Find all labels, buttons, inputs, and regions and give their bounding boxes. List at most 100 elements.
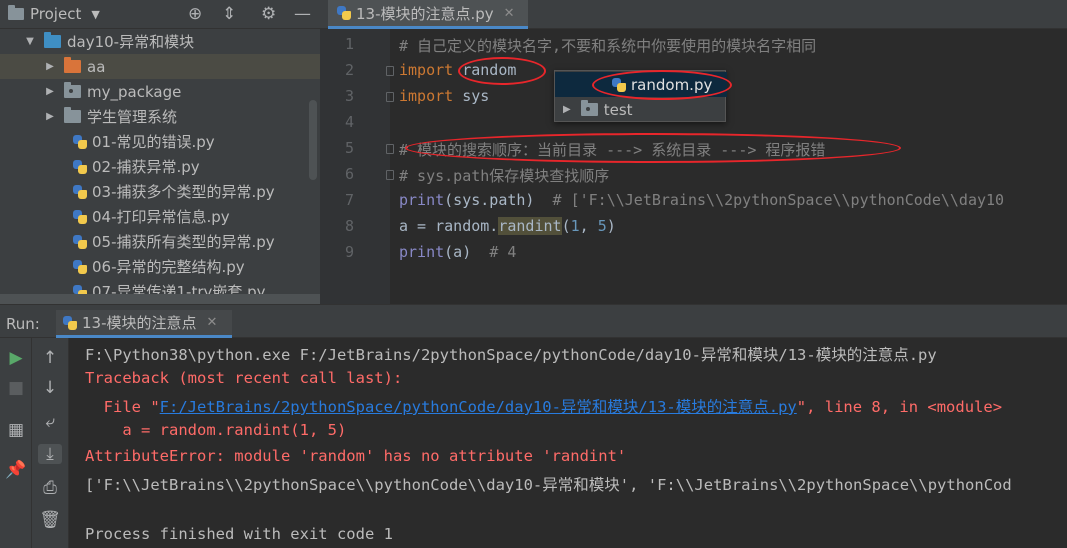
project-view-selector[interactable]: Project ▼ (8, 5, 100, 23)
console-command-line: F:\Python38\python.exe F:/JetBrains/2pyt… (85, 346, 937, 364)
tree-file[interactable]: 01-常见的错误.py (0, 129, 320, 154)
fold-marker-icon[interactable] (386, 66, 394, 76)
project-folder-icon (8, 5, 24, 20)
line-number: 7 (344, 191, 354, 209)
console-error: AttributeError: module 'random' has no a… (85, 447, 627, 465)
arrow-up-icon[interactable]: ↑ (38, 348, 62, 368)
highlighted-call: randint (498, 217, 562, 235)
tree-file[interactable]: 05-捕获所有类型的异常.py (0, 229, 320, 254)
popup-item-label: random.py (631, 75, 713, 94)
run-tab-label: 13-模块的注意点 (82, 314, 197, 332)
collapsed-arrow-icon[interactable]: ▶ (44, 86, 56, 97)
folder-icon (64, 57, 81, 73)
close-icon[interactable]: ✕ (504, 6, 515, 21)
python-file-icon (72, 159, 88, 175)
module-name-random: random (453, 61, 517, 79)
tree-item-label: 04-打印异常信息.py (92, 208, 230, 226)
arrow-down-icon[interactable]: ↓ (38, 378, 62, 398)
editor-tab-current-file[interactable]: 13-模块的注意点.py ✕ (328, 0, 528, 29)
navigation-popup: random.py ▶ test (554, 70, 727, 122)
code-line-8: a = random.randint(1, 5) (399, 217, 616, 235)
run-tab[interactable]: 13-模块的注意点 ✕ (56, 310, 232, 338)
layout-icon[interactable]: ▦ (4, 420, 28, 440)
run-console[interactable]: F:\Python38\python.exe F:/JetBrains/2pyt… (69, 338, 1067, 548)
collapsed-arrow-icon[interactable]: ▶ (563, 104, 571, 115)
popup-item-random-py[interactable]: random.py (555, 72, 727, 97)
tree-package-my-package[interactable]: ▶ my_package (0, 79, 320, 104)
code-number: 5 (597, 217, 607, 235)
print-icon[interactable]: ⎙ (38, 478, 62, 498)
code-paren: ) (606, 217, 616, 235)
stop-icon[interactable]: ■ (4, 378, 28, 398)
tree-file[interactable]: 04-打印异常信息.py (0, 204, 320, 229)
minimize-icon[interactable]: — (294, 4, 311, 24)
code-args: (a) (444, 243, 490, 261)
fold-marker-icon[interactable] (386, 144, 394, 154)
tree-item-label: 05-捕获所有类型的异常.py (92, 233, 275, 251)
soft-wrap-icon[interactable]: ⤶ (38, 412, 62, 432)
console-code-line: a = random.randint(1, 5) (85, 421, 347, 439)
code-paren: ( (561, 217, 571, 235)
collapsed-arrow-icon[interactable]: ▶ (44, 61, 56, 72)
line-number-gutter: 1 2 3 4 5 6 7 8 9 (320, 29, 394, 304)
tree-item-label: 02-捕获异常.py (92, 158, 200, 176)
run-label: Run: (6, 315, 40, 333)
run-toolbar-secondary: ↑ ↓ ⤶ ⤓ ⎙ 🗑 (32, 338, 69, 548)
code-line-1: # 自己定义的模块名字,不要和系统中你要使用的模块名字相同 (399, 37, 817, 55)
trash-icon[interactable]: 🗑 (38, 510, 62, 530)
expand-arrow-icon[interactable]: ▼ (24, 36, 36, 47)
code-comment: # ['F:\\JetBrains\\2pythonSpace\\pythonC… (552, 191, 1005, 209)
tree-folder-student-system[interactable]: ▶ 学生管理系统 (0, 104, 320, 129)
tree-file[interactable]: 02-捕获异常.py (0, 154, 320, 179)
chevron-down-icon: ▼ (91, 7, 100, 21)
code-line-6: # sys.path保存模块查找顺序 (399, 167, 610, 185)
tree-item-label: 01-常见的错误.py (92, 133, 215, 151)
console-file-line: File "F:/JetBrains/2pythonSpace/pythonCo… (85, 395, 1002, 417)
console-exit-status: Process finished with exit code 1 (85, 525, 393, 543)
python-file-icon (72, 234, 88, 250)
console-traceback: Traceback (most recent call last): (85, 369, 403, 387)
line-number: 1 (344, 35, 354, 53)
tree-file[interactable]: 03-捕获多个类型的异常.py (0, 179, 320, 204)
line-number: 5 (344, 139, 354, 157)
close-icon[interactable]: ✕ (207, 315, 218, 330)
fold-marker-icon[interactable] (386, 170, 394, 180)
collapse-all-icon[interactable]: ⇕ (222, 4, 236, 24)
tree-item-label: 06-异常的完整结构.py (92, 258, 245, 276)
line-number: 4 (344, 113, 354, 131)
import-keyword: import (399, 87, 454, 105)
project-panel: Project ▼ ⊕ ⇕ ⚙ — ▼ day10-异常和模块 ▶ aa ▶ m… (0, 0, 320, 304)
python-file-icon (72, 209, 88, 225)
locate-icon[interactable]: ⊕ (188, 4, 202, 24)
code-number: 1 (570, 217, 580, 235)
python-file-icon (72, 184, 88, 200)
python-file-icon (611, 77, 627, 93)
python-file-icon (72, 259, 88, 275)
console-file-link[interactable]: F:/JetBrains/2pythonSpace/pythonCode/day… (160, 398, 797, 416)
package-icon (64, 82, 81, 98)
tree-folder-day10[interactable]: ▼ day10-异常和模块 (0, 29, 320, 54)
fold-marker-icon[interactable] (386, 92, 394, 102)
popup-item-test[interactable]: ▶ test (555, 97, 727, 122)
line-number: 6 (344, 165, 354, 183)
project-scrollbar-vertical[interactable] (309, 100, 317, 180)
pin-icon[interactable]: 📌 (4, 460, 28, 480)
console-file-suffix: ", line 8, in <module> (796, 398, 1003, 416)
line-number: 8 (344, 217, 354, 235)
rerun-icon[interactable]: ▶ (4, 348, 28, 368)
python-file-icon (336, 5, 352, 21)
python-file-icon (72, 134, 88, 150)
scroll-to-end-icon[interactable]: ⤓ (38, 444, 62, 464)
code-comment: # 4 (489, 243, 517, 261)
code-args: (sys.path) (444, 191, 553, 209)
tree-folder-aa[interactable]: ▶ aa (0, 54, 320, 79)
code-line-5: # 模块的搜索顺序：当前目录 ---> 系统目录 ---> 程序报错 (399, 141, 826, 159)
project-scrollbar-horizontal[interactable] (0, 294, 320, 304)
run-panel-header: Run: 13-模块的注意点 ✕ (0, 310, 1067, 338)
code-line-2: import random (399, 61, 516, 79)
tree-file[interactable]: 06-异常的完整结构.py (0, 254, 320, 279)
code-line-9: print(a) # 4 (399, 243, 516, 261)
collapsed-arrow-icon[interactable]: ▶ (44, 111, 56, 122)
folder-icon (64, 107, 81, 123)
gear-icon[interactable]: ⚙ (261, 4, 276, 24)
